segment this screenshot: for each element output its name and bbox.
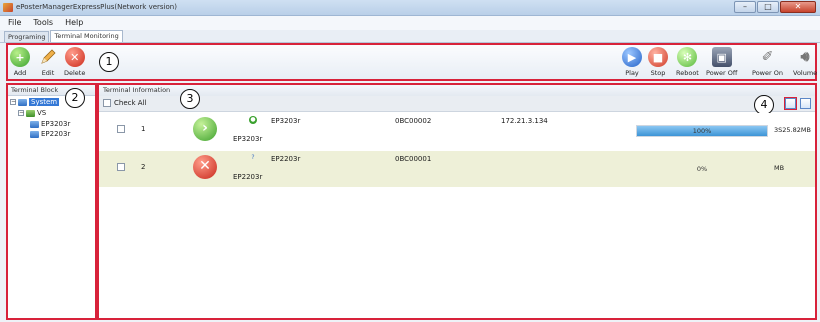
- row-number: 1: [141, 125, 146, 133]
- online-icon: ●: [249, 116, 257, 124]
- callout-2: 2: [65, 88, 85, 108]
- power-on-label: Power On: [752, 69, 783, 77]
- menu-file[interactable]: File: [8, 16, 21, 30]
- table-row[interactable]: 1 › ● EP3203r EP3203r 0BC00002 172.21.3.…: [99, 113, 815, 149]
- progress-label: 0%: [696, 165, 708, 173]
- title-bar: ePosterManagerExpressPlus(Network versio…: [0, 0, 820, 16]
- tree-node-system[interactable]: − System: [10, 98, 60, 106]
- delete-icon: ✕: [64, 47, 85, 67]
- tree-item-ep3203r[interactable]: EP3203r: [30, 120, 70, 128]
- collapse-icon[interactable]: −: [18, 110, 24, 116]
- power-off-icon: ▣: [711, 47, 732, 67]
- callout-4: 4: [754, 95, 774, 115]
- row-checkbox[interactable]: [117, 163, 125, 171]
- tree-item-ep2203r[interactable]: EP2203r: [30, 130, 70, 138]
- detail-view-icon[interactable]: [785, 98, 796, 109]
- power-on-icon: ✐: [761, 49, 774, 65]
- reboot-label: Reboot: [676, 69, 699, 77]
- row-model-sub: EP3203r: [233, 135, 263, 143]
- add-label: Add: [13, 69, 27, 77]
- menu-bar: File Tools Help: [0, 16, 820, 30]
- edit-label: Edit: [41, 69, 55, 77]
- error-status-icon: ✕: [193, 155, 217, 179]
- callout-3: 3: [180, 89, 200, 109]
- window-title: ePosterManagerExpressPlus(Network versio…: [16, 3, 177, 11]
- terminal-icon: [30, 120, 39, 128]
- check-all-label: Check All: [114, 99, 147, 107]
- tree-label-system: System: [29, 98, 60, 106]
- edit-icon: [38, 47, 58, 67]
- play-label: Play: [625, 69, 639, 77]
- check-all-checkbox[interactable]: [103, 99, 111, 107]
- tab-programing[interactable]: Programing: [4, 31, 50, 42]
- terminal-block-panel: Terminal Block − System − VS EP3203r EP2…: [6, 83, 97, 320]
- row-code: 0BC00001: [395, 155, 432, 163]
- row-size: 3S25.82MB: [774, 126, 811, 134]
- minimize-button[interactable]: –: [734, 1, 756, 13]
- view-mode-buttons: [785, 98, 811, 109]
- callout-1: 1: [99, 52, 119, 72]
- play-icon: ▶: [622, 47, 642, 67]
- unknown-icon: ?: [251, 154, 255, 161]
- add-button[interactable]: + Add: [10, 47, 30, 77]
- group-icon: [26, 109, 35, 117]
- progress-label: 100%: [692, 127, 712, 135]
- row-ip: 172.21.3.134: [501, 117, 548, 125]
- add-icon: +: [10, 47, 30, 67]
- terminal-info-toolbar: Check All: [99, 96, 815, 112]
- delete-button[interactable]: ✕ Delete: [64, 47, 85, 77]
- terminal-info-panel: Terminal Information Check All 3 4 1 › ●…: [97, 83, 817, 320]
- reboot-icon: ✻: [677, 47, 698, 67]
- app-icon: [3, 3, 13, 12]
- volume-label: Volume: [793, 69, 818, 77]
- playing-status-icon: ›: [193, 117, 217, 141]
- table-row[interactable]: 2 ✕ ? EP2203r EP2203r 0BC00001 0% MB: [99, 151, 815, 187]
- volume-button[interactable]: 🔊︎ Volume: [793, 47, 817, 77]
- check-all[interactable]: Check All: [103, 99, 146, 107]
- row-model: EP3203r: [271, 117, 301, 125]
- power-off-button[interactable]: ▣ Power Off: [706, 47, 737, 77]
- power-on-button[interactable]: ✐ Power On: [752, 47, 783, 77]
- list-view-icon[interactable]: [800, 98, 811, 109]
- row-model: EP2203r: [271, 155, 301, 163]
- stop-icon: ■: [648, 47, 668, 67]
- tab-strip: Programing Terminal Monitoring: [0, 30, 820, 43]
- maximize-button[interactable]: □: [757, 1, 779, 13]
- row-number: 2: [141, 163, 146, 171]
- terminal-info-header: Terminal Information: [99, 85, 815, 96]
- row-checkbox[interactable]: [117, 125, 125, 133]
- menu-tools[interactable]: Tools: [33, 16, 53, 30]
- tree-node-vs[interactable]: − VS: [18, 109, 46, 117]
- terminal-icon: [30, 130, 39, 138]
- tree-label-ep3203r: EP3203r: [41, 120, 71, 128]
- toolbar: + Add Edit ✕ Delete 1 ▶ Play ■ Stop ✻ Re…: [6, 43, 817, 81]
- system-icon: [18, 98, 27, 106]
- delete-label: Delete: [64, 69, 86, 77]
- volume-icon: 🔊︎: [800, 49, 810, 65]
- collapse-icon[interactable]: −: [10, 99, 16, 105]
- tree-label-vs: VS: [37, 109, 47, 117]
- row-code: 0BC00002: [395, 117, 432, 125]
- edit-button[interactable]: Edit: [38, 47, 58, 77]
- window-controls: – □ ✕: [734, 1, 816, 13]
- close-button[interactable]: ✕: [780, 1, 816, 13]
- reboot-button[interactable]: ✻ Reboot: [676, 47, 699, 77]
- row-size: MB: [774, 164, 785, 172]
- play-button[interactable]: ▶ Play: [622, 47, 642, 77]
- tree-label-ep2203r: EP2203r: [41, 130, 71, 138]
- stop-button[interactable]: ■ Stop: [648, 47, 668, 77]
- tab-terminal-monitoring[interactable]: Terminal Monitoring: [50, 30, 123, 42]
- row-model-sub: EP2203r: [233, 173, 263, 181]
- menu-help[interactable]: Help: [65, 16, 83, 30]
- power-off-label: Power Off: [706, 69, 738, 77]
- stop-label: Stop: [650, 69, 666, 77]
